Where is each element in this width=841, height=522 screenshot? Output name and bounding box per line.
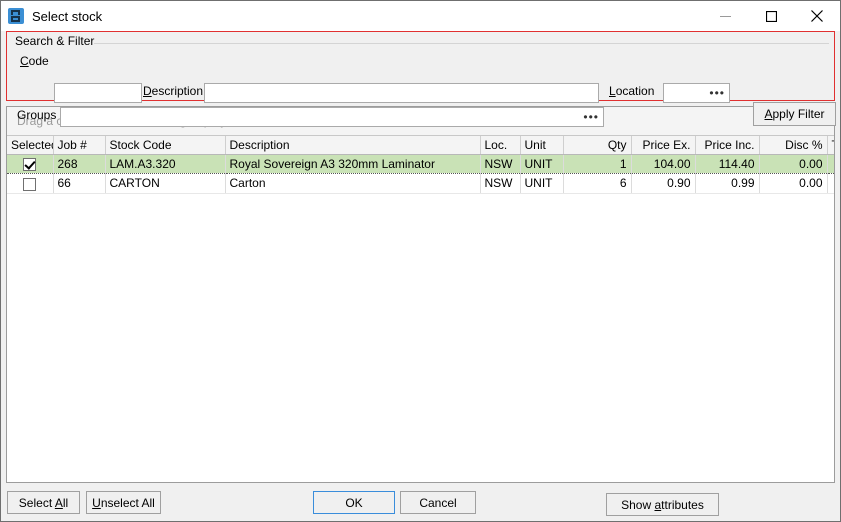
col-header-job[interactable]: Job # <box>53 136 106 155</box>
code-row: Code <box>20 54 49 68</box>
row-checkbox[interactable] <box>23 177 37 191</box>
col-header-description[interactable]: Description <box>225 136 481 155</box>
grid-empty-area <box>7 193 834 482</box>
cancel-button[interactable]: Cancel <box>400 491 476 514</box>
cell-description: Royal Sovereign A3 320mm Laminator <box>225 153 481 175</box>
dialog-footer: Select All Unselect All OK Cancel Show a… <box>1 483 840 521</box>
col-header-price-ex[interactable]: Price Ex. <box>631 136 696 155</box>
window-title: Select stock <box>32 8 103 24</box>
search-filter-legend: Search & Filter <box>15 34 95 48</box>
cell-qty: 1 <box>563 153 632 175</box>
col-header-loc[interactable]: Loc. <box>480 136 521 155</box>
cell-stock-code: LAM.A3.320 <box>105 153 226 175</box>
row-checkbox-cell[interactable] <box>7 153 54 175</box>
groups-input[interactable]: ••• <box>60 107 604 127</box>
select-stock-dialog: Select stock Search & Filter Code Descri… <box>0 0 841 522</box>
cell-unit: UNIT <box>520 153 564 175</box>
ok-button[interactable]: OK <box>313 491 395 514</box>
search-filter-panel: Search & Filter Code Description Locatio… <box>6 31 836 127</box>
maximize-icon[interactable] <box>748 1 794 31</box>
table-header-row: Selected Job # Stock Code Description Lo… <box>7 136 834 155</box>
code-input[interactable] <box>54 83 142 103</box>
location-row: Location <box>609 84 654 98</box>
window-controls <box>702 1 840 31</box>
col-header-stock-code[interactable]: Stock Code <box>105 136 226 155</box>
cell-disc: 0.00 <box>759 173 828 194</box>
cell-price-inc: 114.40 <box>695 153 760 175</box>
row-checkbox[interactable] <box>23 158 37 172</box>
description-label: Description <box>143 84 204 98</box>
cell-price-ex: 104.00 <box>631 153 696 175</box>
groups-ellipsis-icon[interactable]: ••• <box>583 111 599 123</box>
cell-stock-code: CARTON <box>105 173 226 194</box>
groups-row: Groups <box>17 108 56 122</box>
unselect-all-button[interactable]: Unselect All <box>86 491 161 514</box>
cell-unit: UNIT <box>520 173 564 194</box>
groups-label: Groups <box>17 108 57 122</box>
cell-job: 268 <box>53 153 106 175</box>
cell-disc: 0.00 <box>759 153 828 175</box>
close-icon[interactable] <box>794 1 840 31</box>
col-header-disc[interactable]: Disc % <box>759 136 828 155</box>
cell-tax: G <box>827 153 834 175</box>
table-row[interactable]: 66 CARTON Carton NSW UNIT 6 0.90 0.99 0.… <box>7 173 834 194</box>
show-attributes-button[interactable]: Show attributes <box>606 493 719 516</box>
col-header-unit[interactable]: Unit <box>520 136 564 155</box>
description-input[interactable] <box>204 83 599 103</box>
code-label: Code <box>20 54 49 68</box>
app-icon <box>8 8 24 24</box>
title-bar: Select stock <box>1 1 840 31</box>
stock-grid: Drag a column header here to group by th… <box>6 106 835 483</box>
cell-qty: 6 <box>563 173 632 194</box>
col-header-price-inc[interactable]: Price Inc. <box>695 136 760 155</box>
stock-table: Selected Job # Stock Code Description Lo… <box>7 136 834 194</box>
apply-filter-button[interactable]: Apply Filter <box>753 102 836 126</box>
row-checkbox-cell[interactable] <box>7 173 54 194</box>
select-all-button[interactable]: Select All <box>7 491 80 514</box>
col-header-tax[interactable]: Tax <box>827 136 834 155</box>
location-input[interactable]: ••• <box>663 83 730 103</box>
cell-price-inc: 0.99 <box>695 173 760 194</box>
cell-price-ex: 0.90 <box>631 173 696 194</box>
description-row: Description <box>143 84 203 98</box>
col-header-selected[interactable]: Selected <box>7 136 54 155</box>
minimize-icon[interactable] <box>702 1 748 31</box>
cell-tax: G <box>827 173 834 194</box>
cell-loc: NSW <box>480 153 521 175</box>
table-row[interactable]: 268 LAM.A3.320 Royal Sovereign A3 320mm … <box>7 153 834 175</box>
col-header-qty[interactable]: Qty <box>563 136 632 155</box>
cell-loc: NSW <box>480 173 521 194</box>
location-label: Location <box>609 84 655 98</box>
cell-job: 66 <box>53 173 106 194</box>
location-ellipsis-icon[interactable]: ••• <box>709 87 725 99</box>
group-divider <box>12 43 829 44</box>
cell-description: Carton <box>225 173 481 194</box>
